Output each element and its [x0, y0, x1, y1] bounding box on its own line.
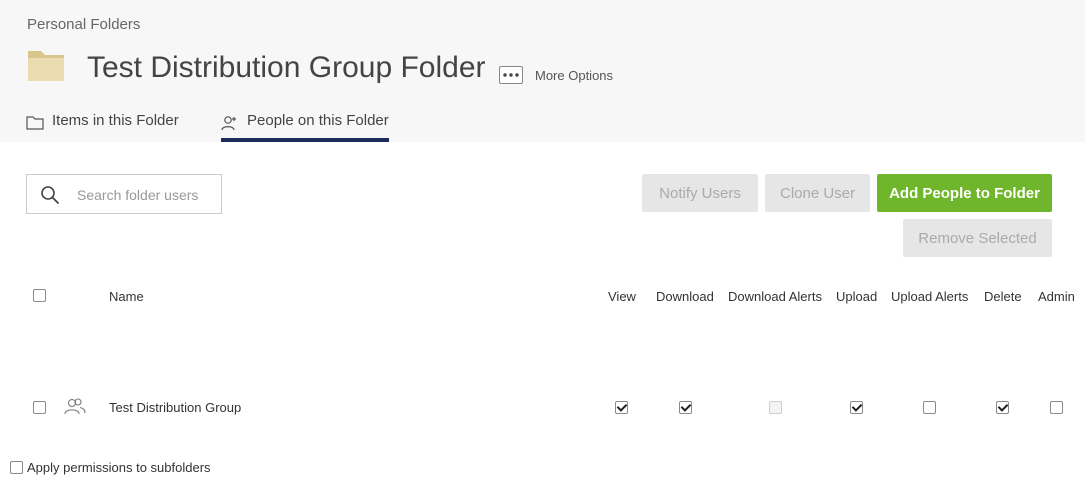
perm-upload-checkbox[interactable]: [850, 401, 863, 414]
apply-subfolders-label[interactable]: Apply permissions to subfolders: [27, 460, 211, 475]
row-name: Test Distribution Group: [109, 400, 242, 415]
search-input[interactable]: [77, 185, 217, 205]
select-all-checkbox[interactable]: [33, 289, 46, 302]
perm-download-alerts-checkbox: [769, 401, 782, 414]
tab-items-in-folder[interactable]: Items in this Folder: [26, 112, 179, 142]
column-header-upload: Upload: [836, 289, 878, 304]
perm-view-checkbox[interactable]: [615, 401, 628, 414]
folder-icon: [27, 48, 65, 82]
ellipsis-icon: [503, 73, 519, 77]
active-tab-indicator: [221, 138, 389, 142]
folder-outline-icon: [26, 116, 44, 130]
row-select-checkbox[interactable]: [33, 401, 46, 414]
clone-user-button[interactable]: Clone User: [765, 174, 870, 212]
add-people-button[interactable]: Add People to Folder: [877, 174, 1052, 212]
perm-upload-alerts-checkbox[interactable]: [923, 401, 936, 414]
folder-header: Personal Folders Test Distribution Group…: [0, 0, 1085, 142]
perm-download-checkbox[interactable]: [679, 401, 692, 414]
perm-delete-checkbox[interactable]: [996, 401, 1009, 414]
tab-label: Items in this Folder: [52, 112, 179, 129]
apply-subfolders-checkbox[interactable]: [10, 461, 23, 474]
add-person-icon: [221, 116, 236, 131]
column-header-name[interactable]: Name: [109, 289, 144, 304]
search-icon: [41, 186, 59, 204]
column-header-view: View: [608, 289, 636, 304]
more-options-label[interactable]: More Options: [535, 68, 613, 83]
notify-users-button[interactable]: Notify Users: [642, 174, 758, 212]
page-title: Test Distribution Group Folder: [87, 51, 486, 84]
group-icon: [64, 398, 86, 415]
column-header-admin: Admin: [1038, 289, 1075, 304]
tab-label: People on this Folder: [247, 112, 389, 129]
remove-selected-button[interactable]: Remove Selected: [903, 219, 1052, 257]
search-box[interactable]: [26, 174, 222, 214]
column-header-download: Download: [656, 289, 714, 304]
column-header-download-alerts: Download Alerts: [728, 289, 822, 304]
column-header-delete: Delete: [984, 289, 1022, 304]
column-header-upload-alerts: Upload Alerts: [891, 289, 969, 304]
breadcrumb[interactable]: Personal Folders: [27, 16, 140, 33]
perm-admin-checkbox[interactable]: [1050, 401, 1063, 414]
more-options-button[interactable]: [499, 66, 523, 84]
